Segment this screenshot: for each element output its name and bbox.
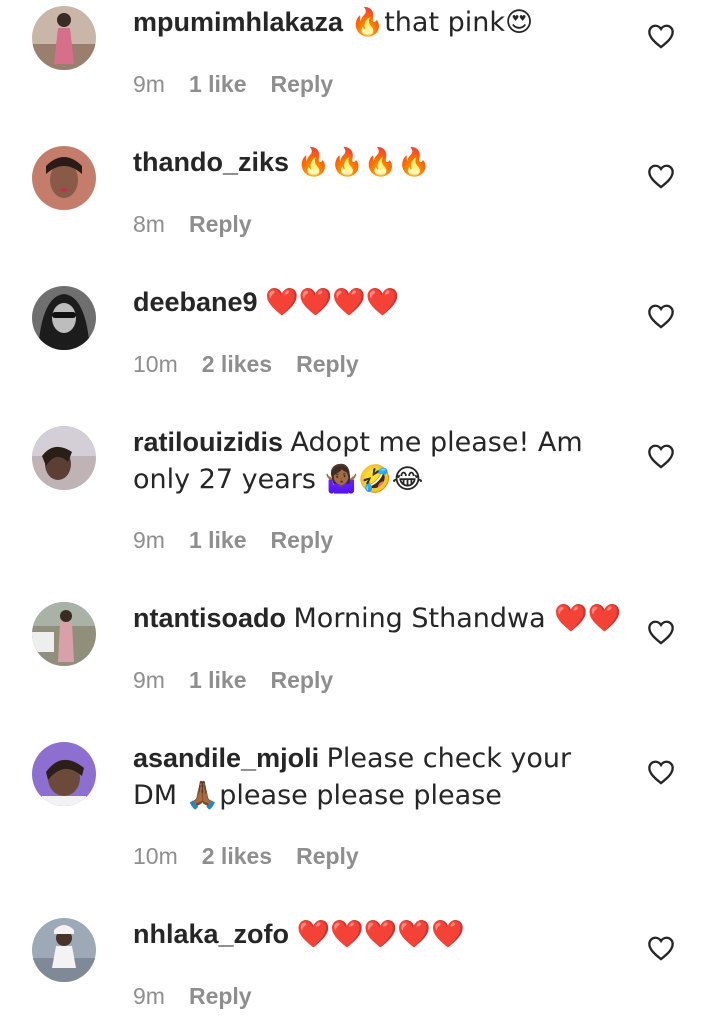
- heart-outline-icon[interactable]: [647, 303, 675, 329]
- comment-text: 🔥that pink😍: [350, 7, 534, 38]
- comment-meta: 9m 1 like Reply: [133, 69, 333, 99]
- avatar[interactable]: [32, 426, 96, 490]
- timestamp: 8m: [133, 211, 165, 237]
- likes-count[interactable]: 1 like: [189, 69, 247, 99]
- avatar[interactable]: [32, 146, 96, 210]
- avatar[interactable]: [32, 918, 96, 982]
- reply-button[interactable]: Reply: [271, 665, 334, 695]
- timestamp: 9m: [133, 983, 165, 1009]
- timestamp: 10m: [133, 351, 178, 377]
- comment-meta: 9m 1 like Reply: [133, 665, 333, 695]
- timestamp: 9m: [133, 667, 165, 693]
- comment-body: ratilouizidis Adopt me please! Am only 2…: [133, 424, 623, 498]
- reply-button[interactable]: Reply: [189, 981, 252, 1011]
- timestamp: 9m: [133, 527, 165, 553]
- comment-text: ❤️❤️❤️❤️❤️: [296, 919, 465, 950]
- username[interactable]: ratilouizidis: [133, 427, 283, 457]
- heart-outline-icon[interactable]: [647, 619, 675, 645]
- likes-count[interactable]: 2 likes: [202, 841, 272, 871]
- comment-meta: 10m 2 likes Reply: [133, 349, 359, 379]
- comment-body: mpumimhlakaza 🔥that pink😍: [133, 4, 623, 41]
- heart-outline-icon[interactable]: [647, 163, 675, 189]
- comment-meta: 9m 1 like Reply: [133, 525, 333, 555]
- username[interactable]: thando_ziks: [133, 147, 289, 177]
- comment-body: ntantisoado Morning Sthandwa ❤️❤️: [133, 600, 623, 637]
- username[interactable]: mpumimhlakaza: [133, 7, 343, 37]
- timestamp: 10m: [133, 843, 178, 869]
- username[interactable]: nhlaka_zofo: [133, 919, 289, 949]
- heart-outline-icon[interactable]: [647, 443, 675, 469]
- avatar[interactable]: [32, 286, 96, 350]
- reply-button[interactable]: Reply: [271, 69, 334, 99]
- heart-outline-icon[interactable]: [647, 23, 675, 49]
- likes-count[interactable]: 1 like: [189, 665, 247, 695]
- comment-text: 🔥🔥🔥🔥: [296, 147, 432, 178]
- username[interactable]: deebane9: [133, 287, 258, 317]
- comment-text: ❤️❤️❤️❤️: [265, 287, 400, 318]
- reply-button[interactable]: Reply: [296, 841, 359, 871]
- comment-body: nhlaka_zofo ❤️❤️❤️❤️❤️: [133, 916, 623, 953]
- avatar[interactable]: [32, 6, 96, 70]
- comment-body: deebane9 ❤️❤️❤️❤️: [133, 284, 623, 321]
- avatar[interactable]: [32, 742, 96, 806]
- heart-outline-icon[interactable]: [647, 759, 675, 785]
- avatar[interactable]: [32, 602, 96, 666]
- timestamp: 9m: [133, 71, 165, 97]
- username[interactable]: asandile_mjoli: [133, 743, 319, 773]
- reply-button[interactable]: Reply: [189, 209, 252, 239]
- likes-count[interactable]: 1 like: [189, 525, 247, 555]
- comment-body: asandile_mjoli Please check your DM 🙏🏾pl…: [133, 740, 623, 814]
- comment-meta: 8m Reply: [133, 209, 252, 239]
- reply-button[interactable]: Reply: [296, 349, 359, 379]
- reply-button[interactable]: Reply: [271, 525, 334, 555]
- heart-outline-icon[interactable]: [647, 935, 675, 961]
- username[interactable]: ntantisoado: [133, 603, 286, 633]
- comment-meta: 10m 2 likes Reply: [133, 841, 359, 871]
- likes-count[interactable]: 2 likes: [202, 349, 272, 379]
- comment-meta: 9m Reply: [133, 981, 252, 1011]
- comment-text: Morning Sthandwa ❤️❤️: [293, 603, 622, 634]
- comment-body: thando_ziks 🔥🔥🔥🔥: [133, 144, 623, 181]
